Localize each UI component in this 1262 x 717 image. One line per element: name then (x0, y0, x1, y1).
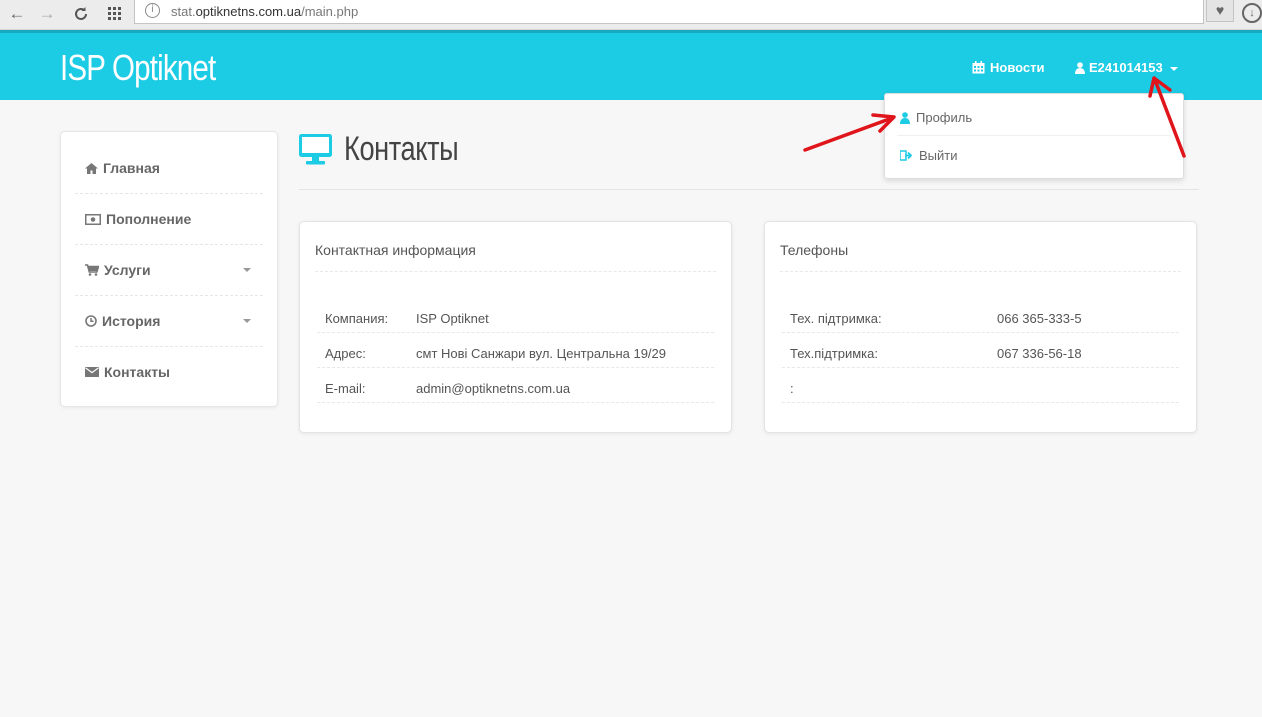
caret-down-icon (243, 319, 251, 323)
news-link[interactable]: Новости (972, 60, 1045, 75)
row-key: Компания: (325, 311, 389, 326)
menu-divider (897, 135, 1171, 136)
table-row: Тех.підтримка: 067 336-56-18 (782, 333, 1179, 368)
home-icon (85, 162, 98, 174)
email-value: admin@optiknetns.com.ua (416, 381, 571, 396)
contact-info-card: Контактная информация Компания: ISP Opti… (299, 221, 732, 433)
row-value: 066 365-333-5 (997, 311, 1082, 326)
row-key: E-mail: (325, 381, 366, 396)
sidebar-nav: Главная Пополнение Услуги История Контак… (60, 131, 278, 407)
phones-card: Телефоны Тех. підтримка: 066 365-333-5 Т… (764, 221, 1197, 433)
sidebar-item-home[interactable]: Главная (75, 143, 263, 194)
table-row: Тех. підтримка: 066 365-333-5 (782, 298, 1179, 333)
envelope-icon (85, 367, 99, 377)
sidebar-item-services[interactable]: Услуги (75, 245, 263, 296)
logout-label: Выйти (919, 148, 958, 163)
page-title: Контакты (299, 130, 487, 169)
user-icon (1075, 61, 1085, 74)
card-divider (315, 271, 716, 272)
sidebar-item-label: Главная (103, 160, 160, 176)
page-title-text: Контакты (344, 130, 459, 168)
url-text: stat.optiknetns.com.ua/main.php (171, 4, 359, 19)
brand-logo[interactable]: ISP Optiknet (60, 47, 216, 89)
sidebar-item-topup[interactable]: Пополнение (75, 194, 263, 245)
row-key: Тех.підтримка: (790, 346, 878, 361)
clock-icon (85, 315, 97, 327)
cart-icon (85, 264, 99, 276)
profile-label: Профиль (916, 110, 973, 125)
row-key: Адрес: (325, 346, 366, 361)
download-icon[interactable]: ↓ (1242, 3, 1262, 23)
calendar-icon (972, 61, 985, 74)
sidebar-item-history[interactable]: История (75, 296, 263, 347)
apps-grid-icon[interactable] (104, 3, 126, 25)
card-divider (780, 271, 1181, 272)
address-bar[interactable]: i stat.optiknetns.com.ua/main.php (134, 0, 1204, 24)
table-row: Компания: ISP Optiknet (317, 298, 714, 333)
card-title: Телефоны (780, 242, 849, 258)
menu-item-logout[interactable]: Выйти (900, 148, 958, 163)
user-icon (900, 111, 910, 124)
sidebar-item-label: История (102, 313, 161, 329)
caret-down-icon (1169, 66, 1178, 71)
heart-icon[interactable]: ♥ (1206, 0, 1234, 22)
table-row: Адрес: смт Нові Санжари вул. Центральна … (317, 333, 714, 368)
sidebar-item-label: Услуги (104, 262, 151, 278)
browser-toolbar: ← → i stat.optiknetns.com.ua/main.php ♥ … (0, 0, 1262, 30)
row-key: : (790, 381, 794, 396)
caret-down-icon (243, 268, 251, 272)
site-header: ISP Optiknet Новости E241014153 (0, 30, 1262, 100)
reload-icon[interactable] (70, 3, 92, 25)
sidebar-item-label: Контакты (104, 364, 171, 380)
table-row: : (782, 368, 1179, 403)
arrow-to-profile (803, 116, 894, 152)
row-value: смт Нові Санжари вул. Центральна 19/29 (416, 346, 666, 361)
row-key: Тех. підтримка: (790, 311, 882, 326)
forward-icon[interactable]: → (36, 3, 58, 25)
money-icon (85, 213, 101, 225)
news-label: Новости (990, 60, 1045, 75)
monitor-icon (299, 134, 332, 165)
sidebar-item-label: Пополнение (106, 211, 192, 227)
page-info-icon[interactable]: i (145, 3, 160, 18)
card-title: Контактная информация (315, 242, 476, 258)
user-label: E241014153 (1089, 60, 1163, 75)
menu-item-profile[interactable]: Профиль (900, 110, 972, 125)
title-divider (299, 189, 1199, 190)
user-menu-toggle[interactable]: E241014153 (1075, 60, 1178, 75)
row-value: ISP Optiknet (416, 311, 489, 326)
back-icon[interactable]: ← (6, 3, 28, 25)
sign-out-icon (900, 150, 913, 161)
row-value: 067 336-56-18 (997, 346, 1082, 361)
table-row: E-mail: admin@optiknetns.com.ua (317, 368, 714, 403)
user-dropdown-menu: Профиль Выйти (884, 93, 1184, 179)
sidebar-item-contacts[interactable]: Контакты (75, 347, 263, 398)
